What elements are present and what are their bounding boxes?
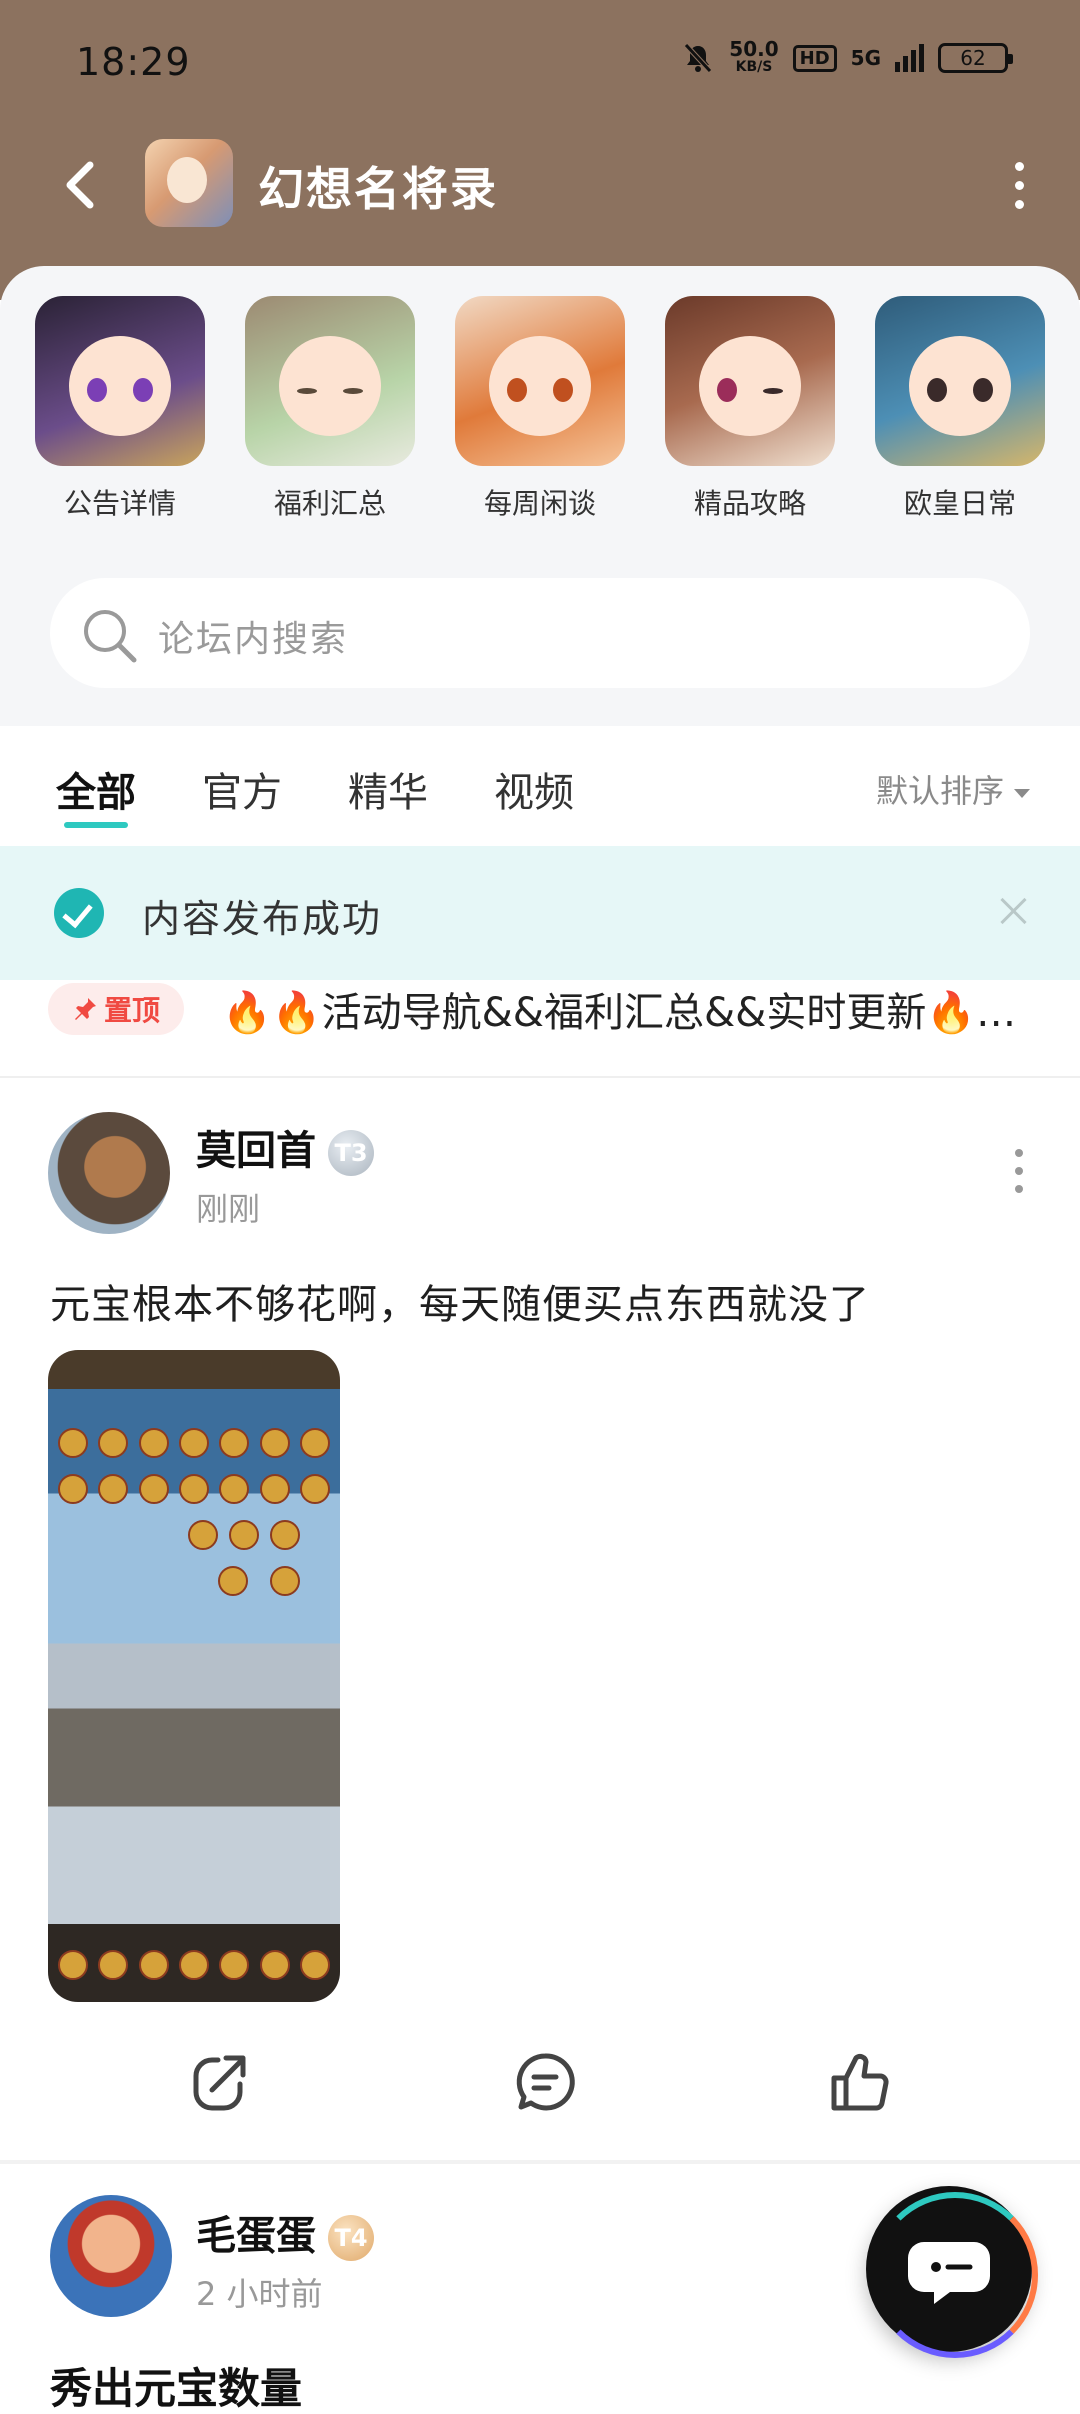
category-daily-luck-icon — [875, 296, 1045, 466]
post-more-icon[interactable] — [1004, 1146, 1034, 1196]
signal-icon — [895, 44, 924, 72]
search-bar[interactable]: 论坛内搜索 — [50, 578, 1030, 688]
toast-message: 内容发布成功 — [142, 897, 383, 941]
hd-badge: HD — [792, 44, 837, 72]
sort-dropdown[interactable]: 默认排序 — [876, 766, 1030, 812]
post-title: 秀出元宝数量 — [50, 2364, 303, 2413]
search-icon — [84, 610, 137, 663]
post-card[interactable]: 莫回首 T3 刚刚 元宝根本不够花啊，每天随便买点东西就没了 — [0, 1080, 1080, 2165]
chat-bubble-icon — [908, 2242, 990, 2304]
like-icon[interactable] — [826, 2050, 890, 2114]
category-label: 福利汇总 — [273, 487, 386, 520]
category-guides[interactable]: 精品攻略 — [650, 296, 850, 522]
back-arrow-icon[interactable] — [56, 157, 106, 213]
post-time: 2 小时前 — [196, 2275, 323, 2313]
net-speed-value: 50.0 — [729, 37, 779, 61]
nav-bar: 幻想名将录 — [0, 135, 1080, 235]
post-author[interactable]: 莫回首 T3 — [196, 1118, 374, 1176]
publish-success-toast: 内容发布成功 — [0, 846, 1080, 980]
level-badge-icon: T3 — [328, 1130, 374, 1176]
filter-tabs: 全部 官方 精华 视频 默认排序 — [0, 726, 1080, 846]
category-weekly-chat[interactable]: 每周闲谈 — [440, 296, 640, 522]
category-guides-icon — [665, 296, 835, 466]
category-label: 欧皇日常 — [903, 487, 1016, 520]
avatar[interactable] — [50, 2195, 172, 2317]
pinned-title: 🔥🔥活动导航&&福利汇总&&实时更新🔥… — [222, 990, 1017, 1036]
forum-title: 幻想名将录 — [258, 162, 498, 216]
comment-icon[interactable] — [513, 2050, 577, 2114]
check-circle-icon — [54, 888, 104, 938]
tab-video[interactable]: 视频 — [494, 760, 574, 818]
category-label: 每周闲谈 — [483, 487, 596, 520]
net-speed: 50.0 KB/S — [729, 37, 779, 76]
pinned-post[interactable]: 置顶 🔥🔥活动导航&&福利汇总&&实时更新🔥… — [0, 980, 1080, 1078]
category-announcements[interactable]: 公告详情 — [20, 296, 220, 522]
close-icon[interactable] — [996, 894, 1030, 928]
avatar[interactable] — [48, 1112, 170, 1234]
category-label: 精品攻略 — [693, 487, 806, 520]
pinned-badge-label: 置顶 — [103, 994, 160, 1027]
net-speed-unit: KB/S — [735, 59, 773, 75]
search-placeholder: 论坛内搜索 — [158, 619, 349, 660]
pin-icon — [74, 998, 96, 1020]
post-author[interactable]: 毛蛋蛋 T4 — [196, 2203, 374, 2261]
level-badge-icon: T4 — [328, 2215, 374, 2261]
category-announcements-icon — [35, 296, 205, 466]
forum-panel: 公告详情 福利汇总 每周闲谈 精品攻略 欧皇日常 论坛内搜索 — [0, 266, 1080, 726]
create-post-button[interactable] — [866, 2186, 1038, 2358]
battery-icon: 62 — [938, 43, 1013, 73]
post-time: 刚刚 — [196, 1190, 261, 1228]
category-row: 公告详情 福利汇总 每周闲谈 精品攻略 欧皇日常 — [0, 296, 1080, 520]
tab-featured[interactable]: 精华 — [348, 760, 428, 818]
status-icons: 50.0 KB/S HD 5G 62 — [681, 37, 1013, 76]
category-daily-luck[interactable]: 欧皇日常 — [860, 296, 1060, 522]
divider — [0, 2160, 1080, 2164]
network-type: 5G — [850, 46, 881, 70]
category-label: 公告详情 — [63, 487, 176, 520]
share-icon[interactable] — [188, 2050, 252, 2114]
more-options-icon[interactable] — [1004, 160, 1034, 210]
post-image[interactable] — [48, 1350, 340, 2002]
mute-bell-icon — [684, 43, 713, 73]
pinned-badge: 置顶 — [48, 983, 184, 1035]
post-content: 元宝根本不够花啊，每天随便买点东西就没了 — [50, 1282, 870, 1328]
category-weekly-chat-icon — [455, 296, 625, 466]
forum-header: 18:29 50.0 KB/S HD 5G 62 幻想名将录 — [0, 0, 1080, 300]
author-name: 莫回首 — [196, 1128, 316, 1174]
status-bar: 18:29 50.0 KB/S HD 5G 62 — [0, 0, 1080, 130]
category-welfare-icon — [245, 296, 415, 466]
status-time: 18:29 — [76, 40, 191, 84]
tab-official[interactable]: 官方 — [202, 760, 282, 818]
category-welfare[interactable]: 福利汇总 — [230, 296, 430, 522]
forum-avatar — [145, 139, 233, 227]
author-name: 毛蛋蛋 — [196, 2213, 316, 2259]
post-actions — [0, 2038, 1080, 2128]
tab-all[interactable]: 全部 — [56, 760, 136, 828]
battery-level: 62 — [960, 46, 986, 70]
